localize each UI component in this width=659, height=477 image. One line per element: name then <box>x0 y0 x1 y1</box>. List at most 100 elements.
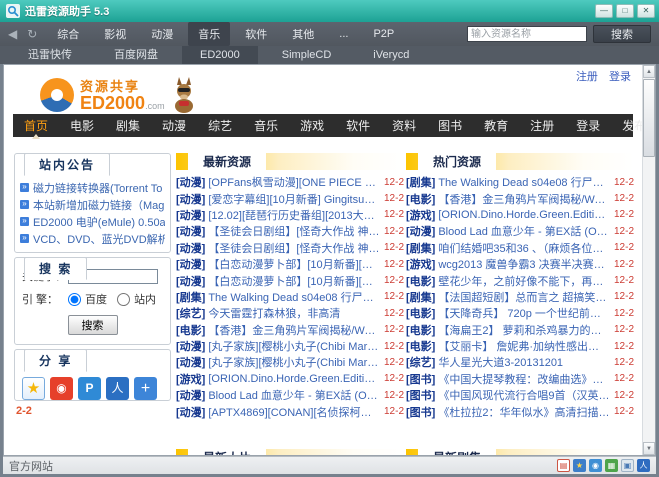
resource-link[interactable]: 【圣徒会日剧组】[怪奇大作战 神秘档案][0… <box>208 223 380 239</box>
resource-link[interactable]: [12.02][琵琶行历史番组][2013大河剧][八重… <box>208 207 380 223</box>
resource-link[interactable]: Blood Lad 血意少年 - 第EX話 (OVA) (BD 7… <box>208 387 380 403</box>
source-tab-iVerycd[interactable]: iVerycd <box>355 46 427 64</box>
resource-link[interactable]: [爱恋字幕组][10月新番] Gingitsune 银狐 第… <box>208 191 380 207</box>
renren-tray-icon[interactable]: 人 <box>637 459 650 472</box>
resource-link[interactable]: [OPFans枫雪动漫][ONE PIECE 海贼王][第… <box>208 174 380 190</box>
register-link[interactable]: 注册 <box>576 71 598 83</box>
refresh-icon[interactable]: ↻ <box>27 27 37 41</box>
resource-link[interactable]: [ORION.Dino.Horde.Green.Edition-ALI213] <box>438 209 610 221</box>
resource-link[interactable]: [丸子家族][樱桃小丸子(Chibi Maruko Chan)]… <box>208 338 380 354</box>
resource-date: 12-2 <box>614 193 634 204</box>
resource-link[interactable]: Blood Lad 血意少年 - 第EX話 (OVA) (BD 7… <box>438 223 610 239</box>
back-icon[interactable]: ◀ <box>8 27 17 41</box>
scrollbar-thumb[interactable] <box>643 79 655 157</box>
nav-item-教育[interactable]: 教育 <box>473 113 519 138</box>
category-tab-...[interactable]: ... <box>329 24 358 44</box>
resource-search-input[interactable] <box>467 26 587 42</box>
resource-link[interactable]: [ORION.Dino.Horde.Green.Edition-ALI213] <box>208 373 380 385</box>
more-share-icon[interactable]: + <box>134 377 157 400</box>
resource-link[interactable]: 【白恋动漫萝卜部】[10月新番][革命机Valvr… <box>208 273 380 289</box>
renren-icon[interactable]: 人 <box>106 377 129 400</box>
resource-link[interactable]: [丸子家族][樱桃小丸子(Chibi Maruko Chan)]… <box>208 354 380 370</box>
resource-link[interactable]: 【香港】金三角鸦片军阀揭秘/Warlords of t… <box>208 322 380 338</box>
favorites-star-icon[interactable]: ★ <box>573 459 586 472</box>
qq-favorites-icon[interactable]: ★ <box>22 377 45 400</box>
resource-category-tag: [游戏] <box>406 256 435 272</box>
announcement-link[interactable]: VCD、DVD、蓝光DVD解析度… <box>33 231 165 247</box>
category-tab-综合[interactable]: 综合 <box>47 22 89 46</box>
vertical-scrollbar[interactable]: ▲ ▼ <box>642 65 655 455</box>
engine-radio-baidu[interactable] <box>68 293 81 306</box>
maximize-button[interactable]: □ <box>616 4 634 18</box>
nav-item-音乐[interactable]: 音乐 <box>243 113 289 138</box>
hot-resources-list: [剧集]The Walking Dead s04e08 行尸走肉第四季…12-2… <box>406 174 634 420</box>
resource-link[interactable]: The Walking Dead s04e08 行尸走肉第四季… <box>438 174 610 190</box>
source-tab-百度网盘[interactable]: 百度网盘 <box>96 46 176 64</box>
resource-link[interactable]: 壁花少年，之前好像不能下，再试一次，sor… <box>438 273 610 289</box>
announcement-link[interactable]: ED2000 电驴(eMule) 0.50a 提… <box>33 214 165 230</box>
baidu-share-icon[interactable]: P <box>78 377 101 400</box>
nav-item-首页[interactable]: 首页 <box>13 113 59 138</box>
nav-item-综艺[interactable]: 综艺 <box>197 113 243 138</box>
resource-category-tag: [动漫] <box>176 256 205 272</box>
resource-link[interactable]: 咱们结婚吧35和36 、（麻烦各位下载留种）… <box>438 240 610 256</box>
nav-item-注册[interactable]: 注册 <box>519 113 565 138</box>
window-title: 迅雷资源助手 5.3 <box>25 3 595 19</box>
resource-link[interactable]: 【白恋动漫萝卜部】[10月新番][革命机Valvr… <box>208 256 380 272</box>
resource-link[interactable]: 《中国大提琴教程：改编曲选》扫描版[PDF] <box>438 371 610 387</box>
category-tab-音乐[interactable]: 音乐 <box>188 22 230 46</box>
nav-item-动漫[interactable]: 动漫 <box>151 113 197 138</box>
resource-row: [剧集]【法国超短剧】总而言之 超搞笑，万万没…12-2 <box>406 289 634 305</box>
category-tab-其他[interactable]: 其他 <box>282 22 324 46</box>
nav-item-剧集[interactable]: 剧集 <box>105 113 151 138</box>
source-tab-SimpleCD[interactable]: SimpleCD <box>264 46 350 64</box>
search-button[interactable]: 搜索 <box>593 25 651 43</box>
history-icon[interactable]: ◉ <box>589 459 602 472</box>
resource-link[interactable]: The Walking Dead s04e08 行尸走肉第四季… <box>208 289 380 305</box>
green-app-icon[interactable]: ▦ <box>605 459 618 472</box>
sidebar-search-button[interactable]: 搜索 <box>68 315 118 335</box>
resource-link[interactable]: 今天雷霆打森林狼，非高清 <box>208 305 380 321</box>
resource-date: 12-2 <box>384 341 404 352</box>
resource-link[interactable]: 《杜拉拉2：华年似水》高清扫描版[PDF] <box>438 404 610 420</box>
resource-link[interactable]: 《中国风现代流行合唱9首（汉英对照）》… <box>438 387 610 403</box>
resource-link[interactable]: wcg2013 魔兽争霸3 决赛半决赛三四名比赛 <box>438 256 610 272</box>
close-button[interactable]: ✕ <box>637 4 655 18</box>
resource-link[interactable]: 【天降奇兵】 720p 一个世纪前的科幻狂想曲 <box>438 305 610 321</box>
nav-item-电影[interactable]: 电影 <box>59 113 105 138</box>
resource-link[interactable]: 【香港】金三角鸦片军阀揭秘/Warlords of t… <box>438 191 610 207</box>
resource-link[interactable]: 华人星光大道3-20131201 <box>438 354 610 370</box>
resource-row: [图书]《中国风现代流行合唱9首（汉英对照）》…12-2 <box>406 387 634 403</box>
nav-item-游戏[interactable]: 游戏 <box>289 113 335 138</box>
announcement-link[interactable]: 本站新增加磁力链接（Magnet… <box>33 197 165 213</box>
minimize-button[interactable]: — <box>595 4 613 18</box>
nav-item-软件[interactable]: 软件 <box>335 113 381 138</box>
resource-link[interactable]: [APTX4869][CONAN][名侦探柯南 700 逼近… <box>208 404 380 420</box>
category-tab-影视[interactable]: 影视 <box>94 22 136 46</box>
scroll-down-icon[interactable]: ▼ <box>643 442 655 455</box>
resource-link[interactable]: 【海扁王2】 萝莉和杀鸡暴力的组合 <box>438 322 610 338</box>
resource-link[interactable]: 【圣徒会日剧组】[怪奇大作战 神秘档案][0… <box>208 240 380 256</box>
engine-radio-site[interactable] <box>117 293 130 306</box>
source-tab-ED2000[interactable]: ED2000 <box>182 46 258 64</box>
announcement-link[interactable]: 磁力链接转换器(Torrent To Mag… <box>33 180 165 196</box>
nav-item-资料[interactable]: 资料 <box>381 113 427 138</box>
resource-category-tag: [剧集] <box>176 289 205 305</box>
category-tab-软件[interactable]: 软件 <box>235 22 277 46</box>
scroll-up-icon[interactable]: ▲ <box>643 65 655 78</box>
category-tab-P2P[interactable]: P2P <box>363 24 404 44</box>
resource-link[interactable]: 【艾丽卡】 詹妮弗·加纳性感出演 720p <box>438 338 610 354</box>
resource-link[interactable]: 【法国超短剧】总而言之 超搞笑，万万没… <box>438 289 610 305</box>
title-bar: 迅雷资源助手 5.3 — □ ✕ <box>0 0 659 22</box>
announcement-bullet-icon: » <box>20 200 29 209</box>
grid-app-icon[interactable]: ▣ <box>621 459 634 472</box>
category-tab-动漫[interactable]: 动漫 <box>141 22 183 46</box>
site-logo: 资源共享 ED2000.com <box>40 76 199 114</box>
sina-weibo-icon[interactable]: ◉ <box>50 377 73 400</box>
login-link[interactable]: 登录 <box>609 71 631 83</box>
nav-item-图书[interactable]: 图书 <box>427 113 473 138</box>
source-tab-迅雷快传[interactable]: 迅雷快传 <box>10 46 90 64</box>
nav-item-登录[interactable]: 登录 <box>565 113 611 138</box>
announcement-item: »ED2000 电驴(eMule) 0.50a 提… <box>15 213 170 230</box>
report-icon[interactable]: ▤ <box>557 459 570 472</box>
